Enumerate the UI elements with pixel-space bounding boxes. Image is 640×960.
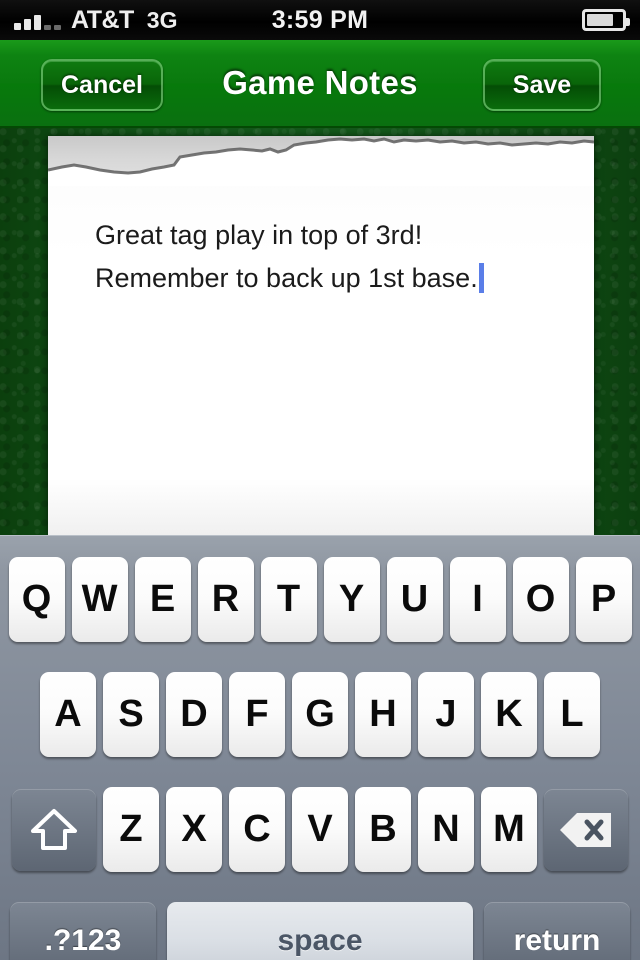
note-line-2: Remember to back up 1st base. — [95, 263, 478, 293]
key-q[interactable]: Q — [8, 557, 65, 642]
key-b[interactable]: B — [355, 787, 411, 872]
key-l[interactable]: L — [544, 672, 600, 757]
space-key[interactable]: space — [167, 902, 473, 960]
key-f[interactable]: F — [229, 672, 285, 757]
cancel-button[interactable]: Cancel — [41, 59, 163, 111]
status-bar: AT&T 3G 3:59 PM — [0, 0, 640, 40]
page-title: Game Notes — [222, 64, 418, 101]
key-g[interactable]: G — [292, 672, 348, 757]
navigation-bar: Cancel Game Notes Save — [0, 40, 640, 128]
keyboard-row-3: ZXCVBNM — [0, 787, 640, 872]
key-e[interactable]: E — [134, 557, 191, 642]
key-p[interactable]: P — [575, 557, 632, 642]
note-line-1: Great tag play in top of 3rd! — [95, 220, 423, 250]
key-x[interactable]: X — [166, 787, 222, 872]
keyboard-row-2: ASDFGHJKL — [0, 672, 640, 757]
return-key[interactable]: return — [484, 902, 630, 960]
torn-paper-edge-icon — [48, 136, 594, 186]
key-y[interactable]: Y — [323, 557, 380, 642]
backspace-delete-icon[interactable] — [544, 788, 628, 871]
text-cursor — [478, 263, 484, 293]
key-u[interactable]: U — [386, 557, 443, 642]
key-i[interactable]: I — [449, 557, 506, 642]
key-w[interactable]: W — [71, 557, 128, 642]
key-z[interactable]: Z — [103, 787, 159, 872]
keyboard-row-4: .?123 space return — [0, 902, 640, 960]
key-o[interactable]: O — [512, 557, 569, 642]
key-a[interactable]: A — [40, 672, 96, 757]
save-button[interactable]: Save — [483, 59, 601, 111]
status-bar-clock: 3:59 PM — [271, 5, 369, 34]
notes-background: Great tag play in top of 3rd! Remember t… — [0, 128, 640, 535]
key-h[interactable]: H — [355, 672, 411, 757]
keyboard-row-3-letters: ZXCVBNM — [103, 787, 537, 872]
key-k[interactable]: K — [481, 672, 537, 757]
keyboard-row-1: QWERTYUIOP — [0, 557, 640, 642]
key-j[interactable]: J — [418, 672, 474, 757]
key-d[interactable]: D — [166, 672, 222, 757]
key-s[interactable]: S — [103, 672, 159, 757]
key-c[interactable]: C — [229, 787, 285, 872]
shift-arrow-icon[interactable] — [12, 788, 96, 871]
key-r[interactable]: R — [197, 557, 254, 642]
battery-icon — [582, 9, 630, 31]
numbers-mode-key[interactable]: .?123 — [10, 902, 156, 960]
onscreen-keyboard[interactable]: QWERTYUIOP ASDFGHJKL ZXCVBNM .?123 space… — [0, 535, 640, 960]
battery-fill-level — [587, 14, 613, 26]
key-n[interactable]: N — [418, 787, 474, 872]
note-text-area[interactable]: Great tag play in top of 3rd! Remember t… — [95, 214, 565, 300]
key-t[interactable]: T — [260, 557, 317, 642]
note-paper[interactable]: Great tag play in top of 3rd! Remember t… — [48, 136, 594, 535]
key-m[interactable]: M — [481, 787, 537, 872]
key-v[interactable]: V — [292, 787, 348, 872]
